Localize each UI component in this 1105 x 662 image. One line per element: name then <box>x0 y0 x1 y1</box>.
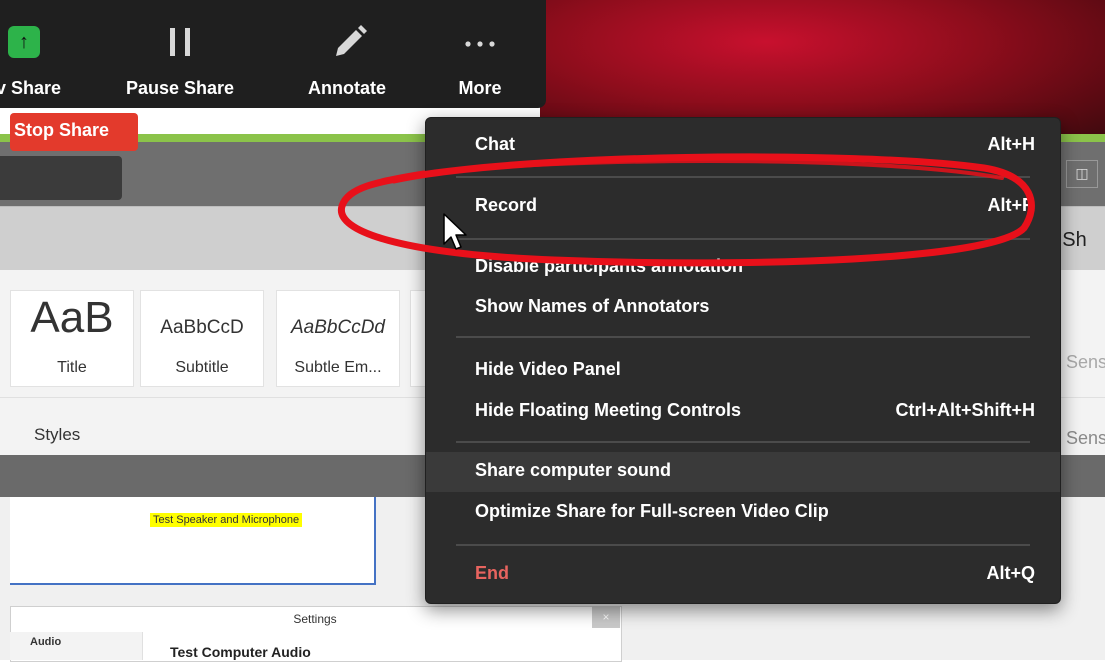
highlighted-text: Test Speaker and Microphone <box>150 513 303 527</box>
pause-share-button[interactable]: Pause Share <box>124 0 236 108</box>
style-sample: AaBbCcD <box>160 317 244 338</box>
new-share-label: v Share <box>0 78 62 98</box>
menu-item-label: Hide Video Panel <box>475 359 621 379</box>
sensitivity-group-label: Sensitiv <box>1066 428 1105 448</box>
annotation-ellipse <box>337 153 1035 267</box>
settings-window-title: Settings <box>293 612 337 626</box>
window-restore-icon[interactable]: ◫ <box>1066 160 1098 188</box>
settings-main-heading: Test Computer Audio <box>170 644 311 660</box>
menu-item-shortcut: Ctrl+Alt+Shift+H <box>895 400 1035 420</box>
menu-item-hide-video-panel[interactable]: Hide Video Panel <box>426 351 1060 391</box>
pencil-icon <box>292 22 402 62</box>
more-dots-icon <box>440 22 520 62</box>
pause-icon <box>124 22 236 62</box>
styles-group-label: Styles <box>34 425 81 444</box>
style-card-subtle-emphasis[interactable]: AaBbCcDd Subtle Em... <box>276 290 400 387</box>
close-icon[interactable]: × <box>592 606 620 628</box>
annotate-button[interactable]: Annotate <box>292 0 402 108</box>
pause-share-label: Pause Share <box>125 78 235 98</box>
more-label: More <box>458 78 502 98</box>
dark-field <box>0 156 122 200</box>
sensitivity-label: Sensitiv <box>1066 352 1105 372</box>
zoom-share-toolbar: ↑ v Share Pause Share Annotate More <box>0 0 546 108</box>
menu-item-share-computer-sound[interactable]: Share computer sound <box>426 452 1060 492</box>
annotate-label: Annotate <box>308 78 386 98</box>
style-name: Subtle Em... <box>294 359 382 376</box>
menu-separator <box>456 441 1030 443</box>
menu-item-label: Optimize Share for Full-screen Video Cli… <box>475 501 829 521</box>
style-name: Subtitle <box>175 359 229 376</box>
menu-item-label: Share computer sound <box>475 460 672 480</box>
more-button[interactable]: More <box>440 0 520 108</box>
menu-item-end[interactable]: End Alt+Q <box>426 555 1060 595</box>
style-card-title[interactable]: AaB Title <box>10 290 134 387</box>
style-name: Title <box>57 359 87 376</box>
mouse-cursor-icon <box>443 213 467 250</box>
style-sample: AaB <box>30 293 114 342</box>
document-page <box>10 497 376 585</box>
style-sample: AaBbCcDd <box>291 317 385 338</box>
style-card-subtitle[interactable]: AaBbCcD Subtitle <box>140 290 264 387</box>
new-share-button[interactable]: ↑ v Share <box>0 0 90 108</box>
menu-separator <box>456 336 1030 338</box>
settings-sidebar-item-audio[interactable]: Audio <box>30 636 61 648</box>
menu-item-optimize-share-video[interactable]: Optimize Share for Full-screen Video Cli… <box>426 493 1060 533</box>
menu-item-shortcut: Alt+Q <box>986 563 1035 583</box>
menu-item-hide-floating-meeting-controls[interactable]: Hide Floating Meeting Controls Ctrl+Alt+… <box>426 392 1060 432</box>
share-up-arrow-icon: ↑ <box>8 26 40 58</box>
stop-share-button[interactable]: Stop Share <box>10 113 138 151</box>
menu-separator <box>456 544 1030 546</box>
menu-item-show-names-of-annotators[interactable]: Show Names of Annotators <box>426 288 1060 328</box>
menu-item-label: Show Names of Annotators <box>475 296 710 316</box>
menu-item-label: Hide Floating Meeting Controls <box>475 400 741 420</box>
menu-item-label: End <box>475 563 509 583</box>
